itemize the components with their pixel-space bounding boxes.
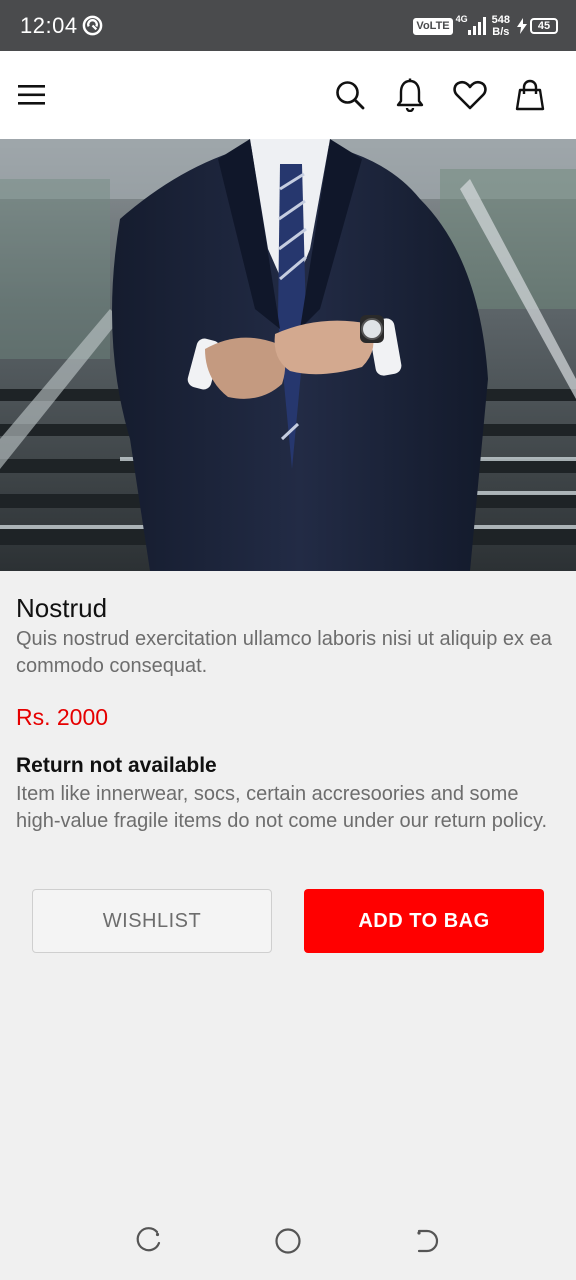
return-policy-description: Item like innerwear, socs, certain accre… xyxy=(16,783,548,832)
product-price: Rs. 2000 xyxy=(16,704,109,730)
status-bar: 12:04 VoLTE 4G 548 B/s 45 xyxy=(0,0,576,51)
sync-status-icon xyxy=(82,15,103,36)
product-description: Quis nostrud exercitation ullamco labori… xyxy=(16,628,552,677)
wishlist-header-button[interactable] xyxy=(452,77,488,113)
return-policy-title: Return not available xyxy=(16,754,217,777)
status-icons: VoLTE 4G 548 B/s 45 xyxy=(413,12,558,40)
app-bar xyxy=(0,51,576,139)
wishlist-button[interactable]: WISHLIST xyxy=(32,889,272,953)
search-icon xyxy=(336,81,365,110)
heart-icon xyxy=(453,80,487,110)
back-icon[interactable] xyxy=(413,1226,443,1256)
menu-button[interactable] xyxy=(14,77,50,113)
battery-indicator: 45 xyxy=(516,18,558,34)
battery-level: 45 xyxy=(530,18,558,34)
bag-button[interactable] xyxy=(512,77,548,113)
bell-icon xyxy=(396,78,424,112)
recent-apps-icon[interactable] xyxy=(133,1226,163,1256)
product-image xyxy=(0,139,576,571)
add-to-bag-button[interactable]: ADD TO BAG xyxy=(304,889,544,953)
notifications-button[interactable] xyxy=(392,77,428,113)
charging-icon xyxy=(517,18,527,34)
home-icon[interactable] xyxy=(273,1226,303,1256)
network-type: 4G xyxy=(455,14,468,24)
network-speed: 548 B/s xyxy=(492,14,510,38)
product-details: Nostrud Quis nostrud exercitation ullamc… xyxy=(16,590,564,834)
status-time: 12:04 xyxy=(20,13,78,38)
shopping-bag-icon xyxy=(515,79,545,111)
system-navigation-bar xyxy=(0,1200,576,1280)
network-speed-value: 548 xyxy=(491,14,510,26)
network-speed-unit: B/s xyxy=(492,26,510,38)
product-photo xyxy=(0,139,576,571)
menu-icon xyxy=(18,85,45,105)
search-button[interactable] xyxy=(332,77,368,113)
signal-icon xyxy=(467,17,486,35)
volte-badge: VoLTE xyxy=(413,17,453,35)
product-title: Nostrud xyxy=(16,593,108,623)
